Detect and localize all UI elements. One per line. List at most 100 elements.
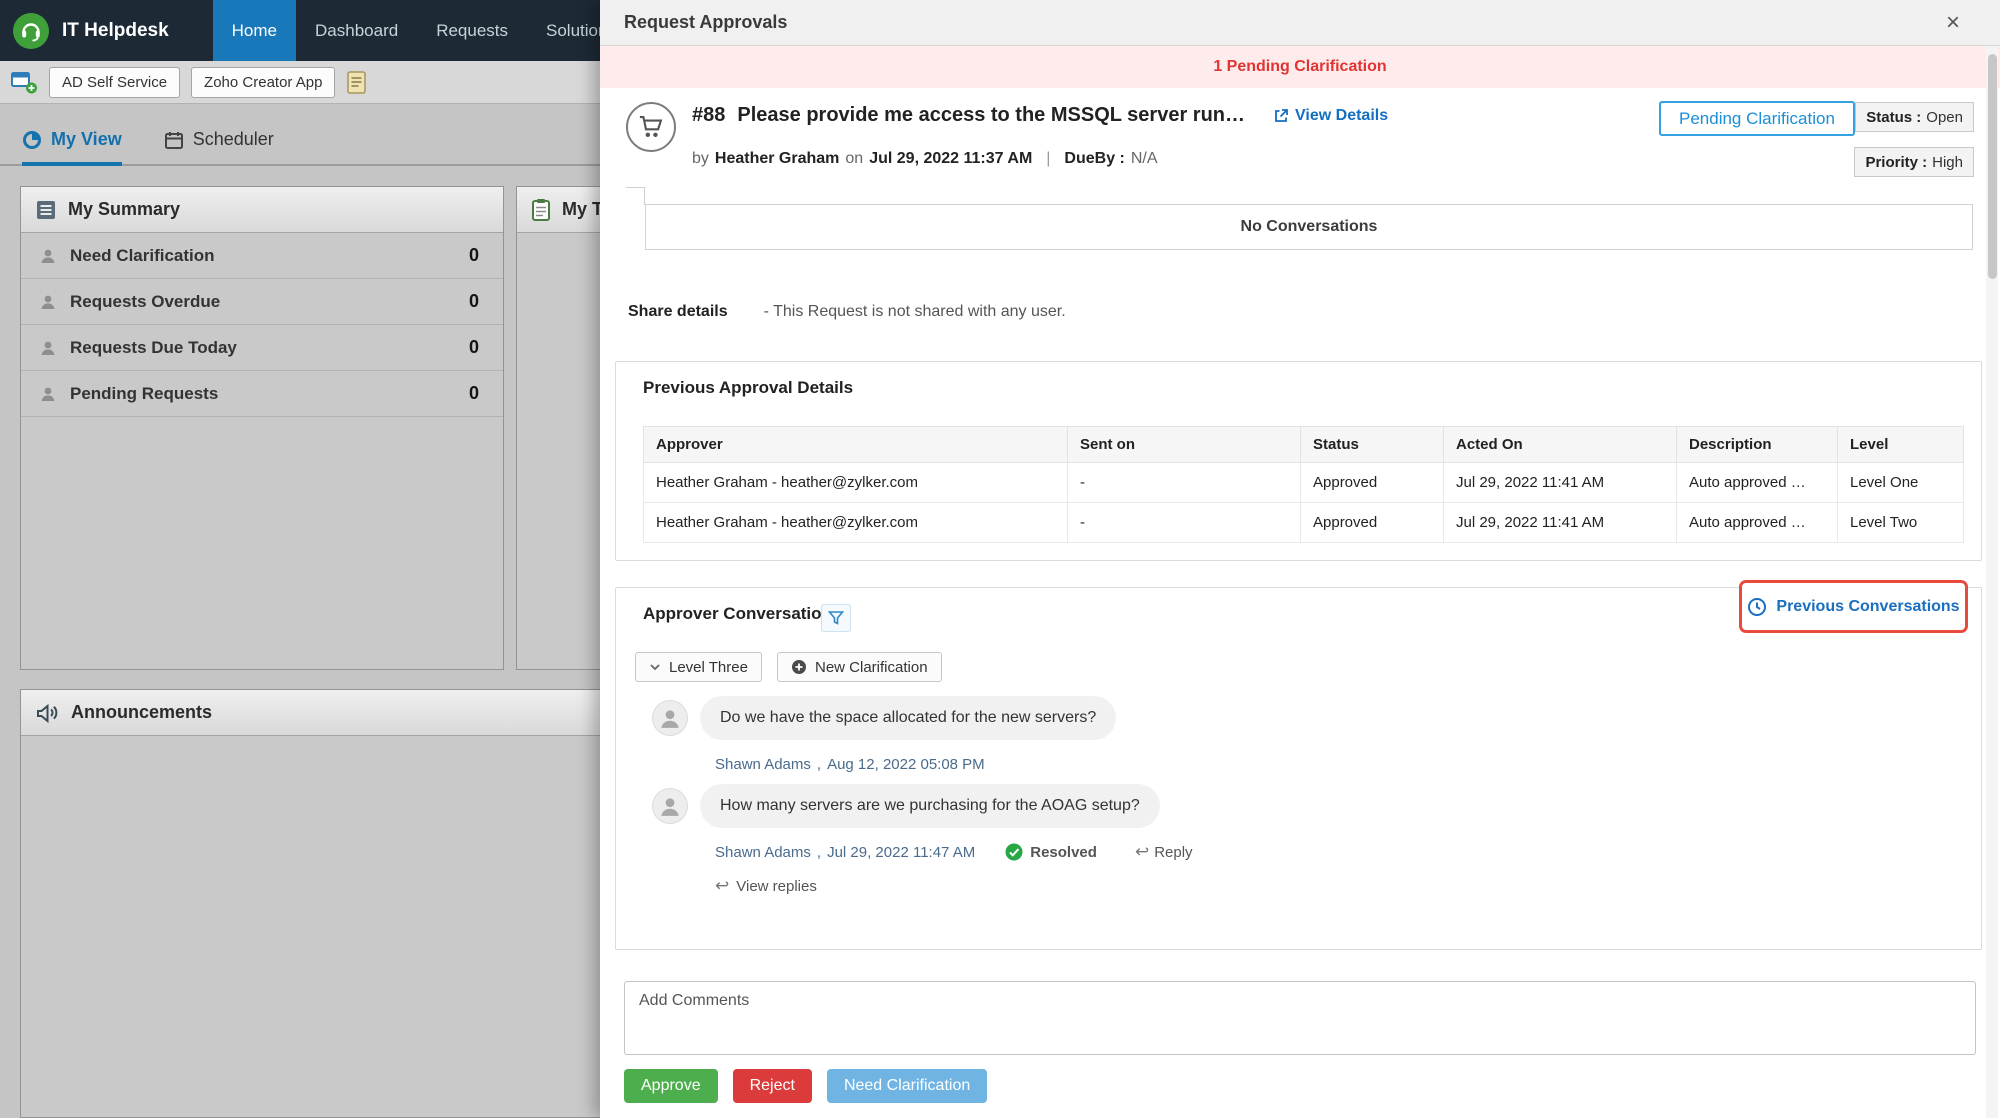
- clock-icon: [1747, 597, 1767, 617]
- conversation-meta: Shawn Adams , Jul 29, 2022 11:47 AM Reso…: [715, 842, 1193, 862]
- message-timestamp: Aug 12, 2022 05:08 PM: [827, 756, 985, 773]
- summary-row-label: Requests Overdue: [70, 292, 220, 312]
- megaphone-icon: [35, 702, 60, 724]
- add-comments-input[interactable]: [624, 981, 1976, 1055]
- status-label: Status :: [1866, 109, 1921, 126]
- tab-scheduler[interactable]: Scheduler: [164, 129, 274, 164]
- meta-separator: ,: [817, 756, 821, 773]
- reply-arrow-icon: ↩: [1135, 842, 1149, 862]
- column-status: Status: [1301, 427, 1444, 463]
- tab-my-view[interactable]: My View: [22, 129, 122, 166]
- approver-conversations-title: Approver Conversations: [643, 604, 841, 624]
- panel-header: Request Approvals ×: [600, 0, 2000, 46]
- summary-row-need-clarification[interactable]: Need Clarification 0: [21, 233, 503, 279]
- level-filter-dropdown[interactable]: Level Three: [635, 652, 762, 682]
- scrollbar-thumb[interactable]: [1988, 54, 1997, 279]
- status-value: Open: [1926, 109, 1963, 126]
- main-navigation: Home Dashboard Requests Solutions: [213, 0, 635, 61]
- column-sent-on: Sent on: [1068, 427, 1301, 463]
- note-icon[interactable]: [346, 70, 368, 95]
- previous-conversations-link[interactable]: Previous Conversations: [1776, 598, 1959, 616]
- avatar: [652, 700, 688, 736]
- cell-level: Level Two: [1838, 503, 1964, 543]
- tab-scheduler-label: Scheduler: [193, 129, 274, 150]
- avatar: [652, 788, 688, 824]
- request-subject: Please provide me access to the MSSQL se…: [737, 104, 1245, 127]
- summary-row-count: 0: [469, 291, 479, 312]
- previous-conversations-highlight: Previous Conversations: [1739, 580, 1968, 633]
- requester-name: Heather Graham: [715, 150, 840, 168]
- share-details-line: Share details - This Request is not shar…: [628, 303, 1066, 321]
- person-icon: [658, 794, 682, 818]
- pending-clarification-alert: 1 Pending Clarification: [600, 46, 2000, 88]
- check-circle-icon: [1005, 843, 1023, 861]
- view-replies-link[interactable]: ↩ View replies: [715, 876, 817, 896]
- announcements-title: Announcements: [71, 702, 212, 723]
- summary-row-count: 0: [469, 337, 479, 358]
- cell-sent-on: -: [1068, 503, 1301, 543]
- column-acted-on: Acted On: [1444, 427, 1677, 463]
- no-conversations-box: No Conversations: [645, 204, 1973, 250]
- funnel-icon: [828, 610, 844, 626]
- author-name: Shawn Adams: [715, 844, 811, 861]
- my-summary-header: My Summary: [21, 187, 503, 233]
- new-clarification-button[interactable]: New Clarification: [777, 652, 942, 682]
- priority-badge: Priority : High: [1854, 147, 1974, 177]
- level-filter-label: Level Three: [669, 659, 748, 676]
- conversation-meta: Shawn Adams , Aug 12, 2022 05:08 PM: [715, 756, 985, 773]
- request-id: #88: [692, 104, 725, 127]
- add-comments-area: [624, 981, 1976, 1055]
- requests-due-today-icon: [39, 339, 57, 357]
- status-badge: Status : Open: [1855, 102, 1974, 132]
- need-clarification-button[interactable]: Need Clarification: [827, 1069, 987, 1103]
- share-details-label: Share details: [628, 303, 728, 321]
- summary-row-label: Need Clarification: [70, 246, 215, 266]
- request-byline: by Heather Graham on Jul 29, 2022 11:37 …: [692, 150, 1158, 168]
- zoho-creator-app-button[interactable]: Zoho Creator App: [191, 67, 335, 98]
- plus-circle-icon: [791, 659, 807, 675]
- approver-conversations-section: Approver Conversations Level Three New C…: [615, 587, 1982, 950]
- approve-button[interactable]: Approve: [624, 1069, 718, 1103]
- summary-row-pending-requests[interactable]: Pending Requests 0: [21, 371, 503, 417]
- headset-icon: [19, 19, 43, 43]
- resolved-label: Resolved: [1030, 844, 1097, 861]
- request-type-avatar: [626, 102, 676, 152]
- cell-approver: Heather Graham - heather@zylker.com: [644, 463, 1068, 503]
- nav-item-dashboard[interactable]: Dashboard: [296, 0, 417, 61]
- pending-requests-icon: [39, 385, 57, 403]
- cell-acted-on: Jul 29, 2022 11:41 AM: [1444, 463, 1677, 503]
- conversation-message: Do we have the space allocated for the n…: [700, 696, 1116, 740]
- view-details-link[interactable]: View Details: [1273, 107, 1388, 125]
- new-clarification-label: New Clarification: [815, 659, 928, 676]
- requests-overdue-icon: [39, 293, 57, 311]
- panel-scrollbar[interactable]: [1986, 46, 1998, 1118]
- nav-item-requests[interactable]: Requests: [417, 0, 527, 61]
- dueby-value: N/A: [1131, 150, 1158, 168]
- filter-button[interactable]: [821, 604, 851, 632]
- close-icon[interactable]: ×: [1946, 11, 1960, 35]
- cell-acted-on: Jul 29, 2022 11:41 AM: [1444, 503, 1677, 543]
- reply-arrow-icon: ↩: [715, 876, 729, 896]
- summary-row-requests-overdue[interactable]: Requests Overdue 0: [21, 279, 503, 325]
- resolved-indicator: Resolved: [1005, 843, 1097, 861]
- summary-row-count: 0: [469, 383, 479, 404]
- cell-description: Auto approved …: [1677, 463, 1838, 503]
- request-title-row: #88 Please provide me access to the MSSQ…: [692, 104, 1388, 127]
- approval-stage-badge: Pending Clarification: [1659, 101, 1855, 136]
- table-row: Heather Graham - heather@zylker.com - Ap…: [644, 503, 1964, 543]
- panel-title: Request Approvals: [624, 12, 787, 33]
- created-timestamp: Jul 29, 2022 11:37 AM: [869, 150, 1032, 168]
- my-summary-title: My Summary: [68, 199, 180, 220]
- nav-item-home[interactable]: Home: [213, 0, 296, 61]
- reject-button[interactable]: Reject: [733, 1069, 812, 1103]
- message-timestamp: Jul 29, 2022 11:47 AM: [827, 844, 975, 861]
- summary-row-label: Requests Due Today: [70, 338, 237, 358]
- reply-button[interactable]: ↩ Reply: [1135, 842, 1193, 862]
- my-summary-panel: My Summary Need Clarification 0 Requests…: [20, 186, 504, 670]
- byline-separator: |: [1046, 150, 1050, 168]
- ad-self-service-button[interactable]: AD Self Service: [49, 67, 180, 98]
- cell-status: Approved: [1301, 463, 1444, 503]
- dueby-label: DueBy :: [1064, 150, 1124, 168]
- ad-self-service-icon[interactable]: [11, 70, 38, 95]
- summary-row-requests-due-today[interactable]: Requests Due Today 0: [21, 325, 503, 371]
